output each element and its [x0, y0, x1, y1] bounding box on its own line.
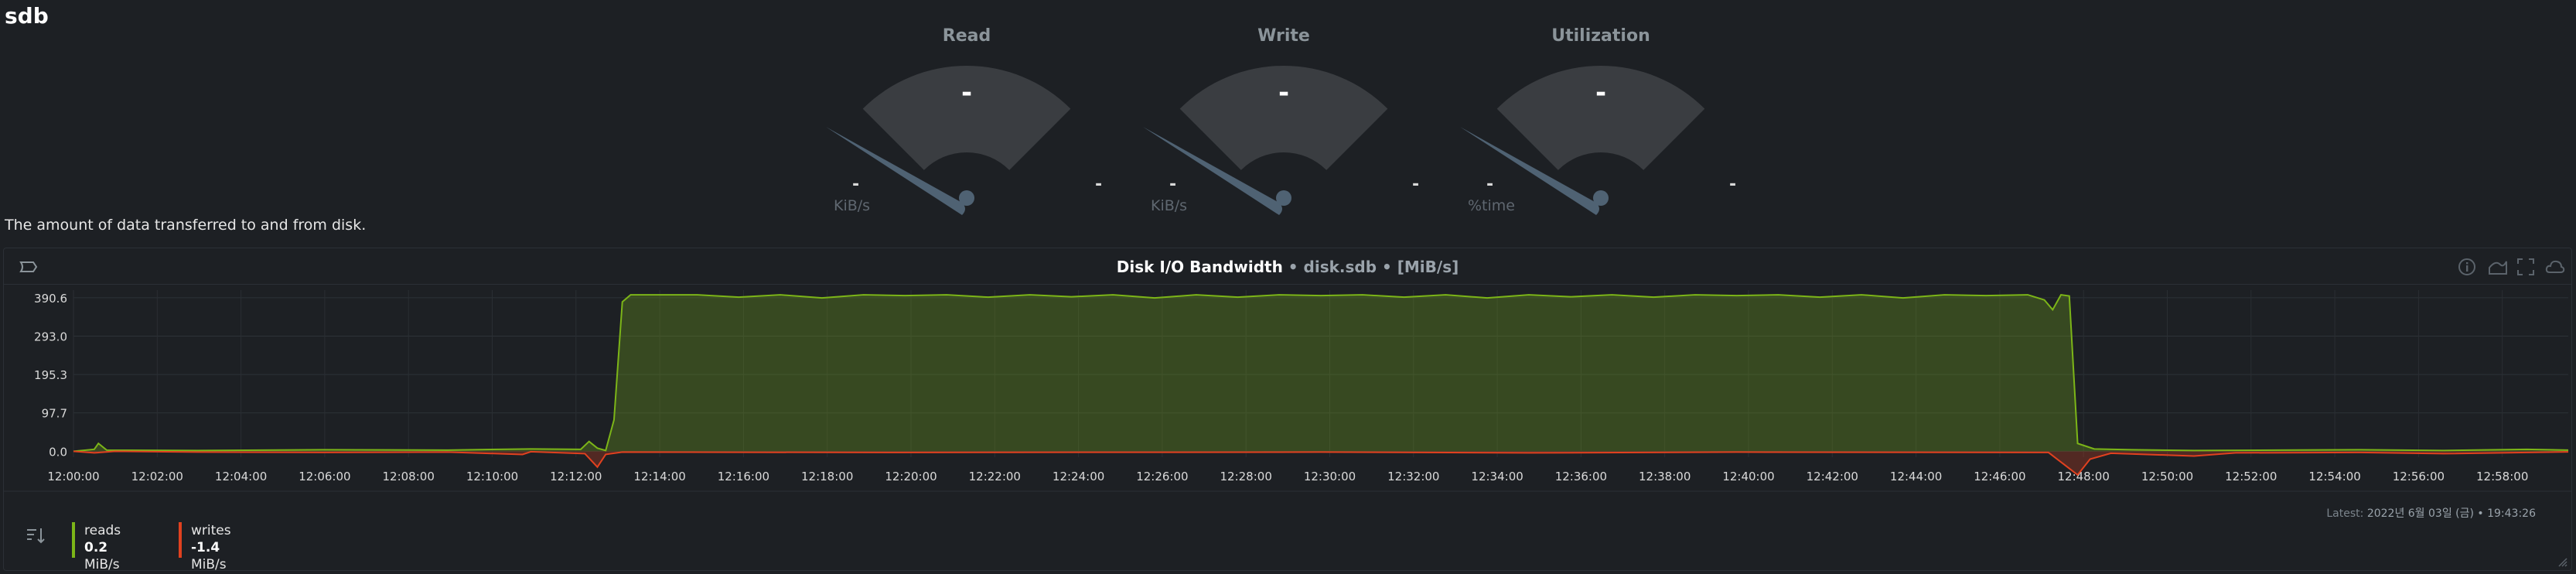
bandwidth-chart[interactable]: 390.6 293.0 195.3 97.7 0.0 12:00:00 12:02:00 12… — [4, 248, 2571, 511]
gauge-value: - — [1278, 77, 1290, 108]
legend-value-number: 0.2 — [84, 540, 108, 555]
gauge-dial — [1143, 66, 1388, 215]
sort-icon[interactable] — [24, 524, 47, 547]
gauge-min: - — [1169, 175, 1177, 194]
x-tick-label: 12:56:00 — [2393, 470, 2445, 483]
latest-value: 2022년 6월 03일 (금) • 19:43:26 — [2366, 507, 2536, 520]
gauge-needle-hub — [959, 190, 974, 206]
x-tick-label: 12:36:00 — [1555, 470, 1607, 483]
x-tick-label: 12:00:00 — [47, 470, 99, 483]
gauge-max: - — [1095, 175, 1103, 194]
gauge-value: - — [1595, 77, 1607, 108]
x-tick-label: 12:22:00 — [969, 470, 1021, 483]
x-tick-label: 12:40:00 — [1722, 470, 1774, 483]
x-tick-label: 12:14:00 — [633, 470, 685, 483]
x-tick-label: 12:24:00 — [1053, 470, 1104, 483]
x-tick-label: 12:34:00 — [1471, 470, 1523, 483]
x-tick-label: 12:52:00 — [2225, 470, 2277, 483]
x-tick-label: 12:48:00 — [2058, 470, 2110, 483]
legend-unit: MiB/s — [84, 557, 120, 572]
x-tick-label: 12:46:00 — [1974, 470, 2025, 483]
gauge-title: Write — [1257, 26, 1310, 46]
gauge-needle-hub — [1276, 190, 1291, 206]
x-tick-label: 12:18:00 — [801, 470, 853, 483]
gauge-title: Read — [942, 26, 991, 46]
x-tick-label: 12:54:00 — [2308, 470, 2360, 483]
x-tick-label: 12:12:00 — [550, 470, 602, 483]
y-tick-label: 293.0 — [34, 330, 67, 343]
y-tick-label: 0.0 — [49, 445, 67, 459]
y-tick-label: 390.6 — [34, 292, 67, 306]
legend-name: reads — [84, 523, 121, 538]
gauge-write: Write - - - KiB/s — [1137, 23, 1431, 217]
gauge-min: - — [1486, 175, 1494, 194]
gauge-unit: %time — [1468, 197, 1515, 214]
legend-value: 0.2 MiB/s — [84, 539, 121, 573]
series-area-reads — [73, 295, 2568, 452]
latest-label: Latest: — [2326, 507, 2364, 520]
latest-timestamp: Latest: 2022년 6월 03일 (금) • 19:43:26 — [2326, 505, 2536, 521]
gauge-read: Read - - - KiB/s — [820, 23, 1114, 217]
x-tick-label: 12:16:00 — [718, 470, 769, 483]
gauge-value: - — [960, 77, 973, 108]
x-tick-label: 12:02:00 — [131, 470, 183, 483]
x-tick-label: 12:42:00 — [1807, 470, 1858, 483]
legend-value: -1.4 MiB/s — [191, 539, 231, 573]
gauge-needle-hub — [1593, 190, 1609, 206]
legend-item-reads[interactable]: reads 0.2 MiB/s — [72, 522, 121, 572]
page-title: sdb — [5, 3, 49, 29]
gauge-utilization: Utilization - - - %time — [1454, 23, 1748, 217]
x-tick-label: 12:04:00 — [215, 470, 267, 483]
x-tick-label: 12:10:00 — [466, 470, 518, 483]
y-tick-label: 195.3 — [34, 368, 67, 382]
chart-description: The amount of data transferred to and fr… — [5, 217, 367, 234]
gauge-max: - — [1729, 175, 1737, 194]
x-tick-label: 12:58:00 — [2476, 470, 2528, 483]
gauge-dial — [1460, 66, 1705, 215]
gauge-unit: KiB/s — [834, 197, 871, 214]
gauge-max: - — [1412, 175, 1420, 194]
x-tick-label: 12:50:00 — [2141, 470, 2193, 483]
legend-unit: MiB/s — [191, 557, 227, 572]
resize-handle-icon[interactable] — [2557, 556, 2568, 567]
x-tick-label: 12:08:00 — [383, 470, 435, 483]
legend-item-writes[interactable]: writes -1.4 MiB/s — [179, 522, 231, 572]
gauge-dial — [826, 66, 1071, 215]
gauge-title: Utilization — [1551, 26, 1650, 46]
chart-panel: Disk I/O Bandwidth • disk.sdb • [MiB/s] … — [3, 248, 2572, 572]
x-tick-label: 12:32:00 — [1387, 470, 1439, 483]
x-tick-label: 12:28:00 — [1220, 470, 1272, 483]
y-tick-label: 97.7 — [42, 407, 67, 421]
legend-name: writes — [191, 523, 231, 538]
x-tick-label: 12:38:00 — [1639, 470, 1691, 483]
x-tick-label: 12:26:00 — [1136, 470, 1188, 483]
gauge-unit: KiB/s — [1151, 197, 1188, 214]
x-tick-label: 12:44:00 — [1890, 470, 1942, 483]
x-tick-label: 12:20:00 — [885, 470, 937, 483]
x-tick-label: 12:06:00 — [299, 470, 350, 483]
x-tick-label: 12:30:00 — [1304, 470, 1356, 483]
legend-value-number: -1.4 — [191, 540, 220, 555]
gauge-min: - — [852, 175, 860, 194]
